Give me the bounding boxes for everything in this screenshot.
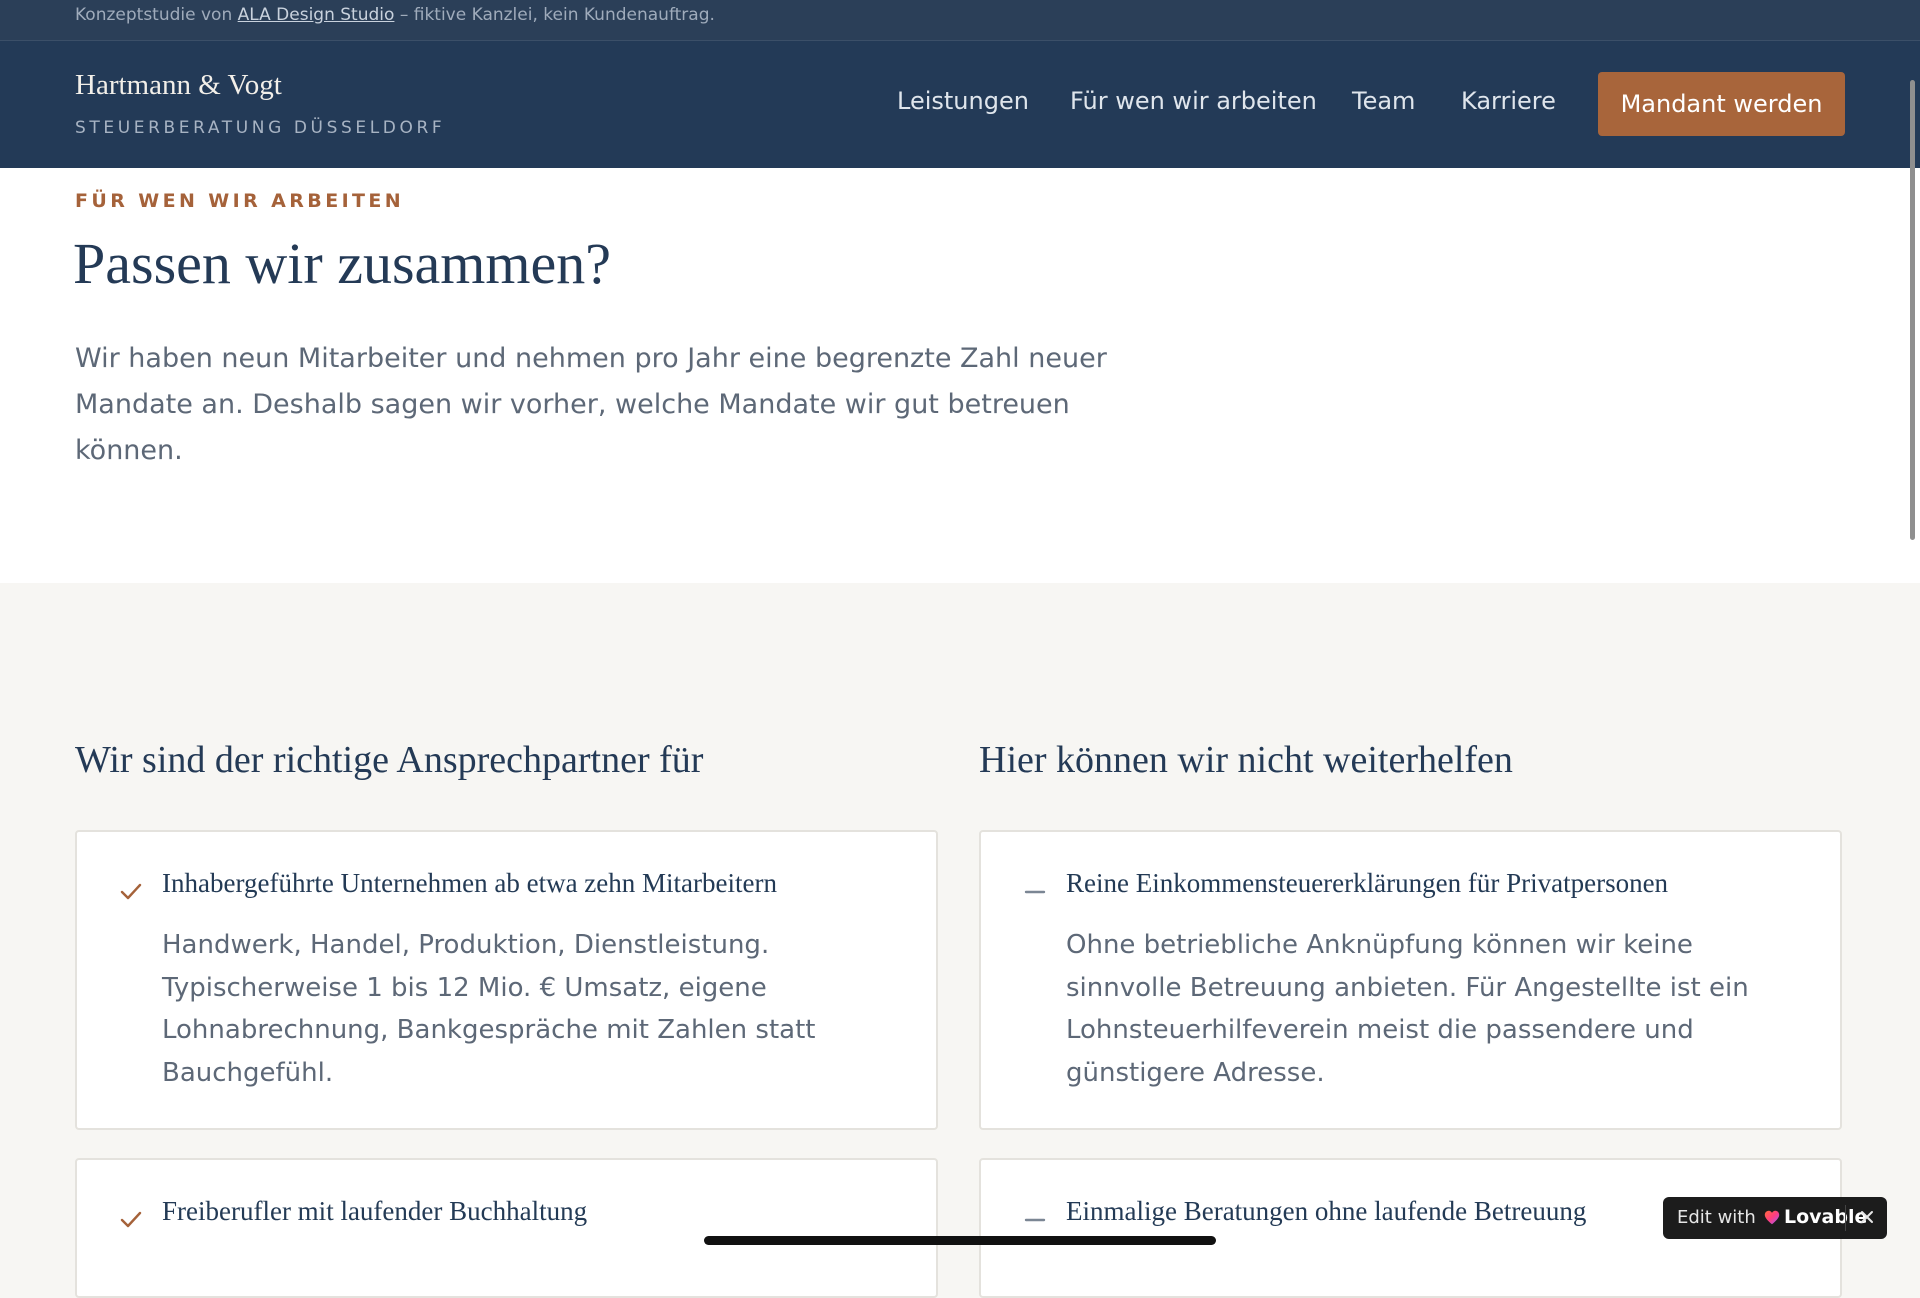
fit-card: Inhabergeführte Unternehmen ab etwa zehn… (75, 830, 938, 1130)
hero-lead-line-1: Wir haben neun Mitarbeiter und nehmen pr… (75, 343, 1107, 374)
nofit-item-text: Ohne betriebliche Anknüpfung können wir … (1066, 930, 1749, 1088)
hero-section: FÜR WEN WIR ARBEITEN Passen wir zusammen… (0, 168, 1920, 583)
nav-item-leistungen[interactable]: Leistungen (897, 87, 1029, 115)
check-icon (120, 883, 142, 900)
disclaimer-suffix: – fiktive Kanzlei, kein Kundenauftrag. (399, 5, 715, 25)
page-scrollbar[interactable] (1910, 80, 1915, 540)
disclaimer-text: Konzeptstudie von ALA Design Studio – fi… (75, 5, 715, 25)
edit-with-lovable-badge[interactable]: Edit with Lovable (1663, 1197, 1887, 1239)
home-indicator[interactable] (704, 1236, 1216, 1245)
lovable-heart-icon (1764, 1210, 1780, 1225)
check-icon (120, 1211, 142, 1228)
brand-tagline: STEUERBERATUNG DÜSSELDORF (75, 118, 446, 138)
fit-item-title: Freiberufler mit laufender Buchhaltung (162, 1196, 588, 1226)
become-client-button[interactable]: Mandant werden (1598, 72, 1845, 136)
nav-item-team[interactable]: Team (1352, 87, 1415, 115)
nofit-item-title: Einmalige Beratungen ohne laufende Betre… (1066, 1196, 1587, 1226)
page-title: Passen wir zusammen? (73, 231, 611, 296)
disclaimer-prefix: Konzeptstudie von (75, 5, 233, 25)
close-icon[interactable] (1853, 1203, 1881, 1231)
nofit-card: Reine Einkommensteuererklärungen für Pri… (979, 830, 1842, 1130)
nav-item-fuer-wen[interactable]: Für wen wir arbeiten (1070, 87, 1317, 115)
edit-with-label: Edit with (1677, 1207, 1756, 1228)
nofit-heading: Hier können wir nicht weiterhelfen (979, 739, 1513, 781)
fit-item-text: Handwerk, Handel, Produktion, Dienstleis… (162, 930, 816, 1088)
dash-icon (1024, 1218, 1046, 1222)
fit-item-title: Inhabergeführte Unternehmen ab etwa zehn… (162, 868, 777, 898)
site-header: Hartmann & Vogt STEUERBERATUNG DÜSSELDOR… (0, 41, 1920, 168)
fit-heading: Wir sind der richtige Ansprechpartner fü… (75, 739, 704, 781)
section-eyebrow: FÜR WEN WIR ARBEITEN (75, 190, 405, 212)
nofit-item-title: Reine Einkommensteuererklärungen für Pri… (1066, 868, 1669, 898)
disclaimer-bar: Konzeptstudie von ALA Design Studio – fi… (0, 0, 1920, 41)
nav-item-karriere[interactable]: Karriere (1461, 87, 1556, 115)
dash-icon (1024, 890, 1046, 894)
brand-name[interactable]: Hartmann & Vogt (75, 69, 282, 102)
studio-link[interactable]: ALA Design Studio (238, 5, 395, 25)
badge-divider (1845, 1205, 1846, 1231)
fit-card: Freiberufler mit laufender Buchhaltung (75, 1158, 938, 1298)
hero-lead-line-2: Mandate an. Deshalb sagen wir vorher, we… (75, 389, 1070, 466)
hero-lead: Wir haben neun Mitarbeiter und nehmen pr… (75, 336, 1175, 474)
